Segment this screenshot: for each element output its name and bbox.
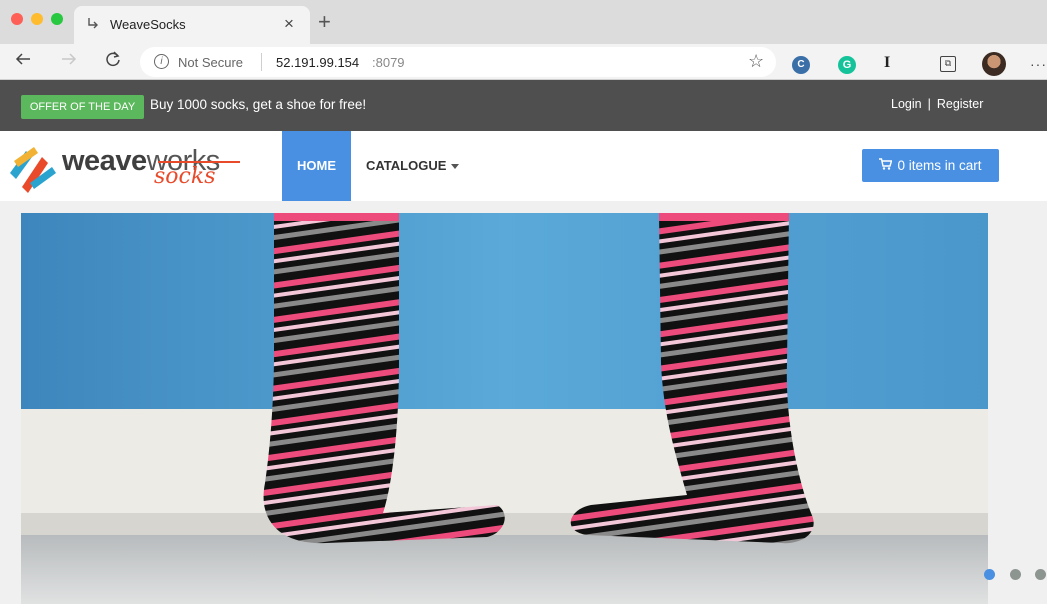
- nav-home[interactable]: HOME: [282, 131, 351, 201]
- url-divider: [261, 53, 262, 71]
- offer-bar: OFFER OF THE DAY Buy 1000 socks, get a s…: [0, 80, 1047, 131]
- shopping-cart-icon: [879, 149, 893, 182]
- security-label: Not Secure: [178, 55, 244, 70]
- collections-icon[interactable]: ⧉: [940, 56, 956, 72]
- bookmark-star-icon[interactable]: ☆: [748, 51, 764, 72]
- profile-avatar[interactable]: [982, 52, 1006, 76]
- new-tab-button[interactable]: +: [318, 9, 331, 35]
- register-link[interactable]: Register: [937, 97, 984, 111]
- window-minimize-button[interactable]: [31, 13, 43, 25]
- nav-catalogue-label: CATALOGUE: [366, 158, 447, 173]
- auth-separator: |: [927, 97, 931, 111]
- extension-c-icon[interactable]: C: [792, 56, 810, 74]
- reload-icon[interactable]: [104, 50, 122, 73]
- browser-toolbar: i Not Secure 52.191.99.154 :8079 ☆ C G I…: [0, 44, 1047, 80]
- carousel-dot-2[interactable]: [1010, 569, 1021, 580]
- login-link[interactable]: Login: [891, 97, 922, 111]
- cart-label: 0 items in cart: [897, 158, 982, 173]
- carousel-dot-3[interactable]: [1035, 569, 1046, 580]
- page-loading-icon: [86, 16, 100, 32]
- hero-carousel-slide[interactable]: [21, 213, 988, 604]
- tab-title: WeaveSocks: [110, 17, 186, 32]
- info-icon[interactable]: i: [154, 54, 169, 69]
- address-bar[interactable]: i Not Secure 52.191.99.154 :8079 ☆: [140, 47, 776, 77]
- site-navbar: weaveworks socks HOME CATALOGUE 0 items …: [0, 131, 1047, 201]
- offer-text: Buy 1000 socks, get a shoe for free!: [150, 97, 367, 112]
- logo-socks: socks: [154, 164, 216, 189]
- cart-button[interactable]: 0 items in cart: [862, 149, 999, 182]
- tab-close-icon[interactable]: ×: [284, 14, 294, 34]
- forward-arrow-icon[interactable]: [60, 50, 78, 73]
- offer-of-the-day-button[interactable]: OFFER OF THE DAY: [21, 95, 144, 119]
- extension-i-icon[interactable]: I: [884, 54, 890, 72]
- logo-weave: weave: [62, 145, 147, 177]
- window-maximize-button[interactable]: [51, 13, 63, 25]
- logo-strikethrough: [158, 161, 240, 163]
- browser-tab-weavesocks[interactable]: WeaveSocks ×: [74, 6, 310, 44]
- carousel-dot-1[interactable]: [984, 569, 995, 580]
- nav-catalogue[interactable]: CATALOGUE: [366, 158, 460, 173]
- url-host: 52.191.99.154: [276, 55, 360, 70]
- window-close-button[interactable]: [11, 13, 23, 25]
- auth-links: Login | Register: [891, 97, 983, 111]
- grammarly-icon[interactable]: G: [838, 56, 856, 74]
- weaveworks-logo-icon: [10, 147, 56, 193]
- chevron-down-icon: [451, 164, 460, 170]
- weaveworks-socks-logo[interactable]: weaveworks socks: [8, 139, 243, 194]
- more-menu-icon[interactable]: ···: [1030, 56, 1047, 72]
- url-port: :8079: [372, 55, 405, 70]
- browser-tab-bar: WeaveSocks × +: [0, 0, 1047, 44]
- striped-socks-image: [21, 213, 988, 604]
- back-arrow-icon[interactable]: [14, 50, 32, 73]
